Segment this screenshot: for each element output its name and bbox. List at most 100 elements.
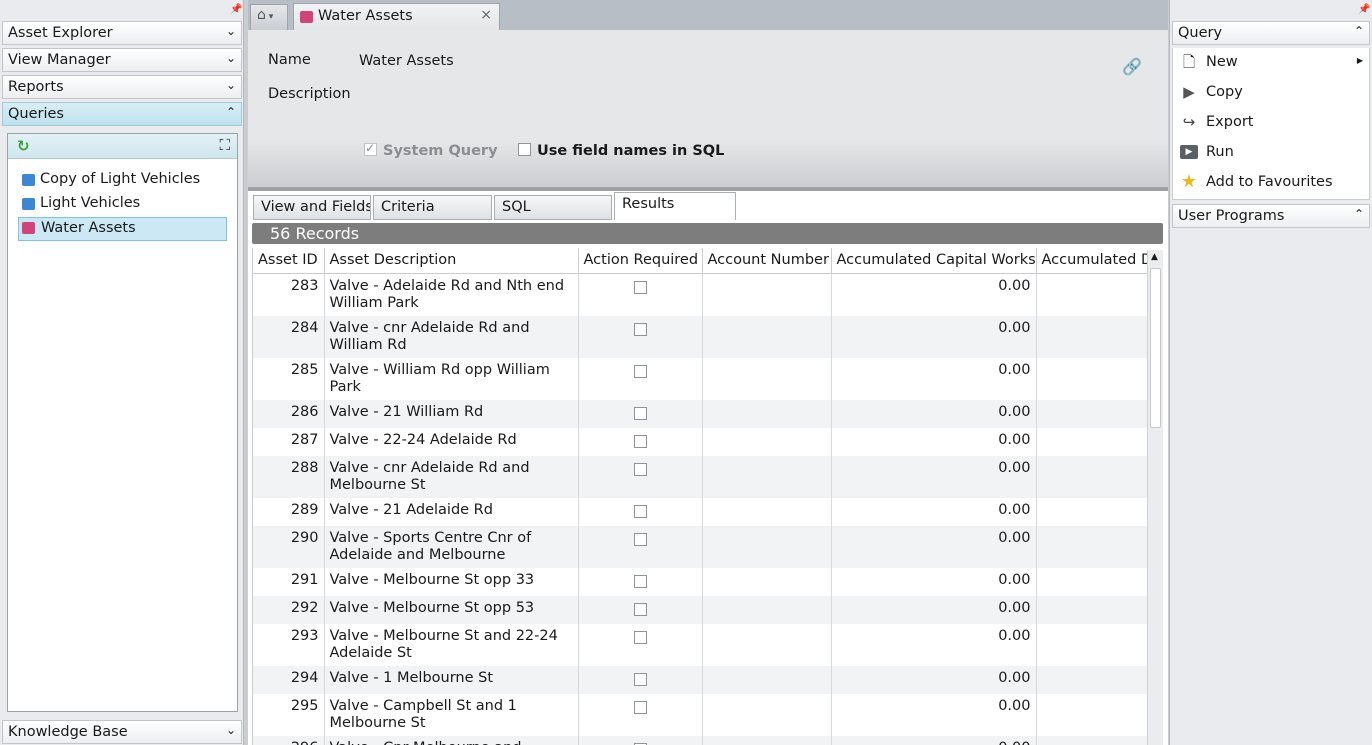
accumulated-capital-works-cell[interactable]: 0.00 xyxy=(831,623,1037,666)
account-number-cell[interactable] xyxy=(702,735,832,745)
accumulated-capital-works-cell[interactable]: 0.00 xyxy=(831,315,1037,358)
account-number-cell[interactable] xyxy=(702,693,832,736)
link-icon[interactable]: 🔗 xyxy=(1122,57,1142,76)
accumulated-capital-works-cell[interactable]: 0.00 xyxy=(831,735,1037,745)
asset-description-cell[interactable]: Valve - Campbell St and 1 Melbourne St xyxy=(324,693,579,736)
accumulated-depreciation-cell[interactable] xyxy=(1036,427,1147,456)
asset-description-cell[interactable]: Valve - cnr Adelaide Rd and Melbourne St xyxy=(324,455,579,498)
table-row[interactable]: 286 Valve - 21 William Rd 0.00 xyxy=(253,399,1147,428)
accumulated-depreciation-cell[interactable] xyxy=(1036,665,1147,694)
accumulated-depreciation-cell[interactable] xyxy=(1036,273,1147,316)
menu-item-add-to-favourites[interactable]: ★ Add to Favourites xyxy=(1173,168,1369,196)
scroll-thumb[interactable] xyxy=(1150,268,1161,428)
accumulated-capital-works-cell[interactable]: 0.00 xyxy=(831,665,1037,694)
action-required-checkbox[interactable] xyxy=(633,574,647,588)
asset-id-cell[interactable]: 293 xyxy=(253,623,325,666)
action-required-checkbox[interactable] xyxy=(633,364,647,378)
accordion-user-programs[interactable]: User Programs ⌃ xyxy=(1172,204,1370,228)
accumulated-depreciation-cell[interactable] xyxy=(1036,595,1147,624)
query-item-water-assets[interactable]: Water Assets xyxy=(18,217,227,241)
tab-criteria[interactable]: Criteria xyxy=(373,195,492,220)
asset-id-cell[interactable]: 291 xyxy=(253,567,325,596)
accumulated-capital-works-cell[interactable]: 0.00 xyxy=(831,497,1037,526)
table-row[interactable]: 294 Valve - 1 Melbourne St 0.00 xyxy=(253,665,1147,694)
action-required-checkbox[interactable] xyxy=(633,672,647,686)
tab-view-and-fields[interactable]: View and Fields xyxy=(253,195,371,220)
asset-description-cell[interactable]: Valve - Cnr Melbourne and xyxy=(324,735,579,745)
accumulated-depreciation-cell[interactable] xyxy=(1036,623,1147,666)
accordion-query[interactable]: Query ⌃ xyxy=(1172,21,1370,45)
expand-icon[interactable]: ⛶ xyxy=(219,136,230,154)
menu-item-run[interactable]: ▶ Run xyxy=(1173,138,1369,166)
asset-description-cell[interactable]: Valve - 1 Melbourne St xyxy=(324,665,579,694)
asset-description-cell[interactable]: Valve - cnr Adelaide Rd and William Rd xyxy=(324,315,579,358)
column-header[interactable]: Accumulated Capital Works xyxy=(831,248,1037,274)
accordion-queries[interactable]: Queries ⌃ xyxy=(2,102,242,126)
account-number-cell[interactable] xyxy=(702,623,832,666)
account-number-cell[interactable] xyxy=(702,567,832,596)
menu-item-new[interactable]: 🗋 New ▶ xyxy=(1173,48,1369,76)
account-number-cell[interactable] xyxy=(702,497,832,526)
table-row[interactable]: 289 Valve - 21 Adelaide Rd 0.00 xyxy=(253,497,1147,526)
accumulated-depreciation-cell[interactable] xyxy=(1036,735,1147,745)
asset-id-cell[interactable]: 289 xyxy=(253,497,325,526)
action-required-checkbox[interactable] xyxy=(633,434,647,448)
asset-id-cell[interactable]: 290 xyxy=(253,525,325,568)
asset-id-cell[interactable]: 295 xyxy=(253,693,325,736)
action-required-checkbox[interactable] xyxy=(633,462,647,476)
tab-water-assets[interactable]: Water Assets × xyxy=(293,3,500,30)
accumulated-depreciation-cell[interactable] xyxy=(1036,315,1147,358)
asset-id-cell[interactable]: 294 xyxy=(253,665,325,694)
account-number-cell[interactable] xyxy=(702,595,832,624)
table-row[interactable]: 291 Valve - Melbourne St opp 33 0.00 xyxy=(253,567,1147,596)
vertical-scrollbar[interactable]: ▲ xyxy=(1147,250,1163,745)
accumulated-depreciation-cell[interactable] xyxy=(1036,693,1147,736)
accumulated-depreciation-cell[interactable] xyxy=(1036,455,1147,498)
accumulated-depreciation-cell[interactable] xyxy=(1036,357,1147,400)
column-header[interactable]: Action Required xyxy=(578,248,703,274)
table-row[interactable]: 284 Valve - cnr Adelaide Rd and William R… xyxy=(253,315,1147,358)
account-number-cell[interactable] xyxy=(702,525,832,568)
column-header[interactable]: Asset ID xyxy=(253,248,325,274)
account-number-cell[interactable] xyxy=(702,427,832,456)
table-row[interactable]: 285 Valve - William Rd opp William Park 0.… xyxy=(253,357,1147,400)
query-item-copy-of-light-vehicles[interactable]: Copy of Light Vehicles xyxy=(18,169,227,193)
account-number-cell[interactable] xyxy=(702,665,832,694)
accumulated-capital-works-cell[interactable]: 0.00 xyxy=(831,455,1037,498)
asset-id-cell[interactable]: 288 xyxy=(253,455,325,498)
account-number-cell[interactable] xyxy=(702,315,832,358)
accumulated-depreciation-cell[interactable] xyxy=(1036,567,1147,596)
action-required-checkbox[interactable] xyxy=(633,322,647,336)
asset-id-cell[interactable]: 285 xyxy=(253,357,325,400)
asset-description-cell[interactable]: Valve - Melbourne St opp 53 xyxy=(324,595,579,624)
action-required-checkbox[interactable] xyxy=(633,630,647,644)
asset-description-cell[interactable]: Valve - Melbourne St and 22-24 Adelaide … xyxy=(324,623,579,666)
name-value[interactable]: Water Assets xyxy=(359,53,454,69)
column-header[interactable]: Asset Description xyxy=(324,248,579,274)
table-row[interactable]: 287 Valve - 22-24 Adelaide Rd 0.00 xyxy=(253,427,1147,456)
asset-id-cell[interactable]: 292 xyxy=(253,595,325,624)
accumulated-capital-works-cell[interactable]: 0.00 xyxy=(831,357,1037,400)
tab-results[interactable]: Results xyxy=(614,192,736,220)
action-required-checkbox[interactable] xyxy=(633,406,647,420)
accordion-view-manager[interactable]: View Manager ⌄ xyxy=(2,48,242,72)
asset-id-cell[interactable]: 296 xyxy=(253,735,325,745)
accumulated-capital-works-cell[interactable]: 0.00 xyxy=(831,525,1037,568)
asset-id-cell[interactable]: 284 xyxy=(253,315,325,358)
asset-description-cell[interactable]: Valve - 21 William Rd xyxy=(324,399,579,428)
pin-icon[interactable]: 📌 xyxy=(1358,4,1370,15)
table-row[interactable]: 290 Valve - Sports Centre Cnr of Adelaide… xyxy=(253,525,1147,568)
menu-item-copy[interactable]: ▶ Copy xyxy=(1173,78,1369,106)
table-row[interactable]: 293 Valve - Melbourne St and 22-24 Adelai… xyxy=(253,623,1147,666)
accumulated-capital-works-cell[interactable]: 0.00 xyxy=(831,693,1037,736)
table-row[interactable]: 283 Valve - Adelaide Rd and Nth end Willi… xyxy=(253,273,1147,316)
asset-description-cell[interactable]: Valve - Adelaide Rd and Nth end William … xyxy=(324,273,579,316)
column-header[interactable]: Accumulated Depreciation xyxy=(1036,248,1147,274)
asset-description-cell[interactable]: Valve - Sports Centre Cnr of Adelaide an… xyxy=(324,525,579,568)
asset-id-cell[interactable]: 283 xyxy=(253,273,325,316)
column-header[interactable]: Account Number xyxy=(702,248,832,274)
asset-description-cell[interactable]: Valve - 21 Adelaide Rd xyxy=(324,497,579,526)
accordion-knowledge-base[interactable]: Knowledge Base ⌄ xyxy=(2,720,242,744)
accumulated-depreciation-cell[interactable] xyxy=(1036,497,1147,526)
accumulated-depreciation-cell[interactable] xyxy=(1036,399,1147,428)
